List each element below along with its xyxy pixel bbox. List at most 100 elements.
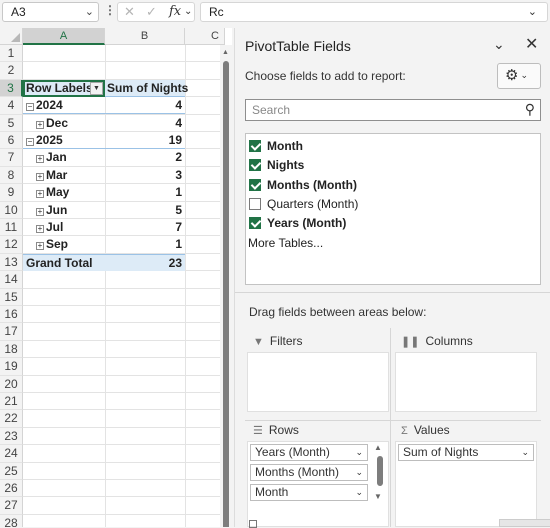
pivot-row-value[interactable]: 5 xyxy=(105,202,185,219)
row-header[interactable]: 16 xyxy=(0,306,23,324)
name-box[interactable]: A3 ⌄ xyxy=(2,2,99,22)
close-icon[interactable]: ✕ xyxy=(525,34,538,54)
cell-a[interactable]: + May xyxy=(23,184,105,201)
filters-drop-zone[interactable] xyxy=(247,352,389,412)
row-header[interactable]: 25 xyxy=(0,462,23,480)
cell-a[interactable]: + Jun xyxy=(23,202,105,219)
formula-input[interactable]: Rc ⌄ xyxy=(200,2,548,22)
cell-b[interactable] xyxy=(105,289,185,306)
row-header[interactable]: 19 xyxy=(0,358,23,376)
field-checkbox[interactable] xyxy=(249,217,261,229)
cell-a[interactable] xyxy=(23,271,105,288)
pivot-row-value[interactable]: 3 xyxy=(105,167,185,184)
columns-drop-zone[interactable] xyxy=(395,352,537,412)
row-header[interactable]: 12 xyxy=(0,236,23,254)
chevron-down-icon[interactable]: ⌄ xyxy=(85,5,94,18)
row-header[interactable]: 4 xyxy=(0,97,23,115)
vertical-scrollbar[interactable]: ▲ xyxy=(220,45,232,527)
cell-b[interactable] xyxy=(105,393,185,410)
expand-icon[interactable]: + xyxy=(36,120,44,129)
collapse-icon[interactable]: − xyxy=(26,103,34,112)
cell-a[interactable] xyxy=(23,515,105,527)
field-search-input[interactable]: Search ⚲ xyxy=(245,99,541,121)
row-header[interactable]: 11 xyxy=(0,219,23,237)
field-checkbox[interactable] xyxy=(249,140,261,152)
row-header[interactable]: 24 xyxy=(0,445,23,463)
cell-a[interactable] xyxy=(23,341,105,358)
row-header[interactable]: 7 xyxy=(0,149,23,167)
cell-a[interactable]: −2024 xyxy=(23,97,105,115)
cell-b[interactable] xyxy=(105,323,185,340)
field-checkbox[interactable] xyxy=(249,179,261,191)
cell-a[interactable]: + Jul xyxy=(23,219,105,236)
scroll-down-icon[interactable]: ▼ xyxy=(374,492,382,501)
row-header[interactable]: 1 xyxy=(0,45,23,63)
values-header[interactable]: Sum of Nights xyxy=(105,79,188,97)
cell-b[interactable] xyxy=(105,515,185,527)
cell-a[interactable] xyxy=(23,497,105,514)
chevron-down-icon[interactable]: ⌄ xyxy=(493,36,505,53)
cell-b[interactable] xyxy=(105,428,185,445)
cell-a[interactable] xyxy=(23,393,105,410)
chevron-down-icon[interactable]: ⌄ xyxy=(355,465,363,480)
pivot-row-value[interactable]: 2 xyxy=(105,149,185,166)
row-header[interactable]: 27 xyxy=(0,497,23,515)
cell-b[interactable] xyxy=(105,480,185,497)
select-all-corner[interactable] xyxy=(0,28,23,45)
field-item[interactable]: Nights xyxy=(249,157,304,175)
cell-a[interactable]: Row Labels ▼ xyxy=(23,79,105,97)
row-header[interactable]: 21 xyxy=(0,393,23,411)
expand-icon[interactable]: + xyxy=(36,207,44,216)
cell-b[interactable] xyxy=(105,358,185,375)
rows-field-pill[interactable]: Month ⌄ xyxy=(250,484,368,501)
row-header[interactable]: 10 xyxy=(0,201,23,219)
chevron-down-icon[interactable]: ⌄ xyxy=(184,6,192,17)
pivot-row-value[interactable]: 1 xyxy=(105,184,185,201)
expand-icon[interactable]: + xyxy=(36,155,44,164)
cell-b[interactable] xyxy=(105,341,185,358)
pivot-row-value[interactable]: 4 xyxy=(105,97,185,115)
cell-b[interactable] xyxy=(105,376,185,393)
values-field-pill[interactable]: Sum of Nights ⌄ xyxy=(398,444,534,461)
row-header[interactable]: 22 xyxy=(0,410,23,428)
cell-a[interactable] xyxy=(23,62,105,79)
field-item[interactable]: Months (Month) xyxy=(249,177,357,195)
enter-icon[interactable]: ✓ xyxy=(146,4,157,20)
row-header[interactable]: 6 xyxy=(0,132,23,150)
cell-a[interactable] xyxy=(23,358,105,375)
collapse-icon[interactable]: − xyxy=(26,138,34,146)
cell-a[interactable] xyxy=(23,410,105,427)
cell-a[interactable] xyxy=(23,376,105,393)
pivot-row-value[interactable]: 7 xyxy=(105,219,185,236)
cell-a[interactable] xyxy=(23,45,105,62)
row-header[interactable]: 9 xyxy=(0,184,23,202)
column-header-b[interactable]: B xyxy=(105,28,185,45)
row-header[interactable]: 8 xyxy=(0,166,23,185)
row-header[interactable]: 13 xyxy=(0,253,23,272)
tools-button[interactable]: ⚙ ⌄ xyxy=(497,63,541,89)
cell-a[interactable] xyxy=(23,323,105,340)
expand-icon[interactable]: + xyxy=(36,172,44,181)
grand-total-label[interactable]: Grand Total xyxy=(23,253,105,271)
row-header[interactable]: 2 xyxy=(0,62,23,80)
cell-b[interactable] xyxy=(105,271,185,288)
cell-b[interactable] xyxy=(105,306,185,323)
chevron-down-icon[interactable]: ⌄ xyxy=(521,445,529,460)
row-header[interactable]: 3 xyxy=(0,79,23,98)
cell-a[interactable] xyxy=(23,480,105,497)
insert-function-icon[interactable]: fx xyxy=(169,4,181,19)
scrollbar-thumb[interactable] xyxy=(377,456,383,486)
field-checkbox[interactable] xyxy=(249,198,261,210)
cell-a[interactable]: + Mar xyxy=(23,167,105,184)
row-header[interactable]: 18 xyxy=(0,340,23,359)
pivot-row-value[interactable]: 19 xyxy=(105,132,185,149)
pane-splitter[interactable] xyxy=(235,292,550,293)
scroll-up-icon[interactable]: ▲ xyxy=(374,443,382,452)
rows-field-pill[interactable]: Months (Month) ⌄ xyxy=(250,464,368,481)
pivot-row-value[interactable]: 1 xyxy=(105,236,185,253)
cell-a[interactable] xyxy=(23,463,105,480)
rows-area-scrollbar[interactable]: ▲ ▼ xyxy=(374,442,386,502)
cell-a[interactable] xyxy=(23,445,105,462)
grand-total-value[interactable]: 23 xyxy=(105,253,185,271)
rows-drop-zone[interactable]: ▲ ▼ Years (Month) ⌄ Months (Month) ⌄ Month ⌄ xyxy=(247,441,389,527)
